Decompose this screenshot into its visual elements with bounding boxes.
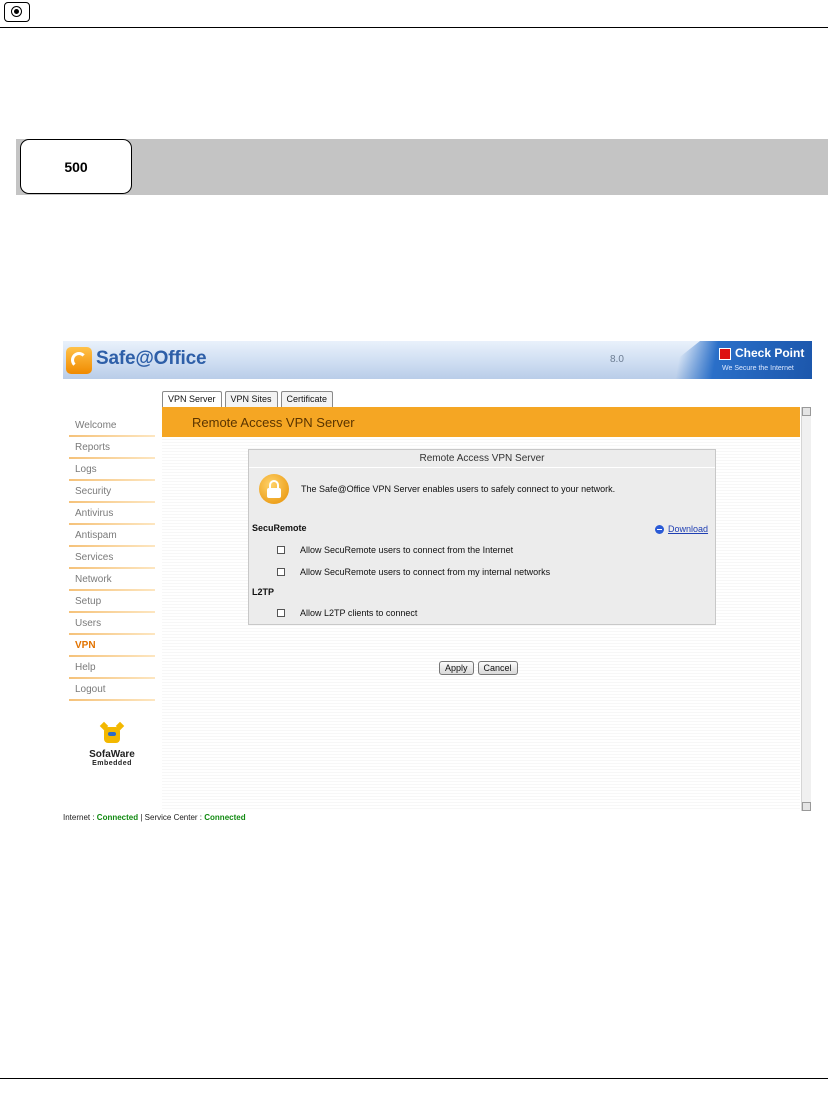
option-label: Allow SecuRemote users to connect from t… [300,545,514,555]
service-center-value: Connected [204,813,246,822]
vertical-scrollbar[interactable] [801,407,811,811]
securemote-heading: SecuRemote [252,523,307,533]
sidebar-item-setup[interactable]: Setup [63,591,157,613]
download-link[interactable]: Download [655,524,708,534]
document-emblem-icon [4,2,30,22]
cancel-button[interactable]: Cancel [477,661,518,675]
vendor-subtitle: Embedded [92,760,132,767]
brand-tagline: We Secure the Internet [722,365,794,372]
apply-button[interactable]: Apply [439,661,474,675]
model-band [16,139,828,195]
sidebar-item-services[interactable]: Services [63,547,157,569]
page-banner: Remote Access VPN Server [162,407,800,437]
securemote-internal-checkbox[interactable] [277,568,285,576]
vendor-name: SofaWare [89,749,135,760]
sofaware-logo: SofaWare Embedded [85,721,139,775]
tab-vpn-server[interactable]: VPN Server [162,391,222,407]
brand-name: Check Point [735,346,805,360]
sidebar-item-users[interactable]: Users [63,613,157,635]
option-l2tp: Allow L2TP clients to connect [277,608,417,618]
panel-description: The Safe@Office VPN Server enables users… [301,484,616,494]
page-title: Remote Access VPN Server [192,415,355,430]
app-window: Safe@Office 8.0 Check Point We Secure th… [63,341,812,825]
lock-icon [259,474,289,504]
l2tp-checkbox[interactable] [277,609,285,617]
header-rule [0,27,828,28]
option-securemote-internet: Allow SecuRemote users to connect from t… [277,545,513,555]
service-center-label: Service Center : [144,813,205,822]
panel-title: Remote Access VPN Server [249,450,715,468]
vpn-server-panel: Remote Access VPN Server The Safe@Office… [248,449,716,625]
sofaware-mascot-icon [99,721,125,745]
option-label: Allow L2TP clients to connect [300,608,418,618]
sidebar-item-security[interactable]: Security [63,481,157,503]
sidebar-nav: Welcome Reports Logs Security Antivirus … [63,415,157,701]
check-point-icon [719,348,731,360]
sidebar-item-logs[interactable]: Logs [63,459,157,481]
app-header: Safe@Office 8.0 Check Point We Secure th… [63,341,812,379]
check-point-logo: Check Point We Secure the Internet [719,345,809,377]
download-label: Download [668,524,709,534]
sidebar-item-help[interactable]: Help [63,657,157,679]
sidebar-item-antispam[interactable]: Antispam [63,525,157,547]
securemote-internet-checkbox[interactable] [277,546,285,554]
sidebar-item-welcome[interactable]: Welcome [63,415,157,437]
model-label: 500 [20,139,132,194]
scroll-up-arrow-icon[interactable] [802,407,811,416]
tab-vpn-sites[interactable]: VPN Sites [224,391,278,407]
option-label: Allow SecuRemote users to connect from m… [300,567,551,577]
internet-status-value: Connected [96,813,139,822]
sidebar-item-network[interactable]: Network [63,569,157,591]
internet-status-label: Internet : [63,813,97,822]
firmware-version: 8.0 [610,354,624,365]
tab-certificate[interactable]: Certificate [280,391,334,407]
sidebar-item-antivirus[interactable]: Antivirus [63,503,157,525]
tab-bar: VPN Server VPN Sites Certificate [162,391,334,407]
footer-rule [0,1078,828,1079]
app-logo-text: Safe@Office [96,348,207,369]
sidebar-item-reports[interactable]: Reports [63,437,157,459]
status-bar: Internet : Connected | Service Center : … [63,811,812,825]
action-buttons: Apply Cancel [439,661,518,675]
download-icon [655,524,664,534]
option-securemote-internal: Allow SecuRemote users to connect from m… [277,567,550,577]
l2tp-heading: L2TP [252,587,275,597]
sidebar-item-logout[interactable]: Logout [63,679,157,701]
safe-at-office-logo-icon [66,347,92,374]
scroll-down-arrow-icon[interactable] [802,802,811,811]
sidebar-item-vpn[interactable]: VPN [63,635,157,657]
